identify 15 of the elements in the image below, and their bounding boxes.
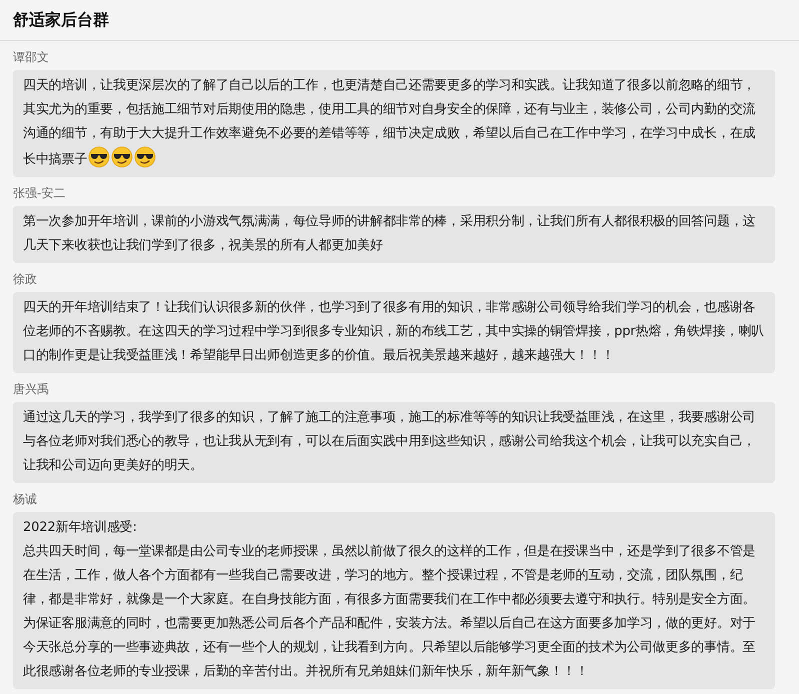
sender-name: 张强-安二 xyxy=(13,185,66,202)
sender-name: 徐政 xyxy=(13,271,38,288)
message-text: 第一次参加开年培训，课前的小游戏气氛满满，每位导师的讲解都非常的棒，采用积分制，让我们所有人都很积极的回答问题，这几天下来收获也让我们学到了很多，祝美景的所有人都更加美好 xyxy=(23,213,756,255)
message-text: 四天的培训，让我更深层次的了解了自己以后的工作，也更清楚自己还需要更多的学习和实践。让我知道了很多以前忽略的细节，其实尤为的重要，包括施工细节对后期使用的隐患，使用工具的细节对自身安全的保障，还有与业主，装修公司，公司内勤的交流沟通的细节，有助于大大提升工作效率避免不必要的差错等等，细节决定成败，希望以后自己在工作中学习，在学习中成长，在成长中搞票子 xyxy=(23,77,756,170)
group-title: 舒适家后台群 xyxy=(13,10,109,30)
message-text: 2022新年培训感受: xyxy=(23,519,138,537)
sender-name: 谭邵文 xyxy=(13,49,50,66)
sunglasses-emoji-icon xyxy=(134,146,156,168)
sender-name: 杨诚 xyxy=(13,491,38,508)
sunglasses-emoji-icon xyxy=(88,146,110,168)
sunglasses-emoji-icon xyxy=(111,146,134,168)
message-text: 四天的开年培训结束了！让我们认识很多新的伙伴，也学习到了很多有用的知识，非常感谢公司领导给我们学习的机会，也感谢各位老师的不吝赐教。在这四天的学习过程中学习到很多专业知识，新的布线工艺，其中实操的铜管焊接，ppr热熔，角铁焊接，喇叭口的制作更是让我受益匪浅！希望能早日出师创造更多的价值。最后祝美景越来越好，越来越强大！！！ xyxy=(23,299,765,365)
sender-name: 唐兴禹 xyxy=(13,381,50,398)
message-text: 总共四天时间，每一堂课都是由公司专业的老师授课，虽然以前做了很久的这样的工作，但是在授课当中，还是学到了很多不管是在生活，工作，做人各个方面都有一些我自己需要改进，学习的地方。整个授课过程，不管是老师的互动，交流，团队氛围，纪律，都是非常好，就像是一个大家庭。在自身技能方面，有很多方面需要我们在工作中都必须要去遵守和执行。特别是安全方面。为保证客服满意的同时，也需要更加熟悉公司后各个产品和配件，安装方法。希望以后自己在这方面要多加学习，做的更好。对于今天张总分享的一些事迹典故，还有一些个人的规划，让我看到方向。只希望以后能够学习更全面的技术为公司做更多的事情。至此很感谢各位老师的专业授课，后勤的辛苦付出。并祝所有兄弟姐妹们新年快乐，新年新气象！！！ xyxy=(23,543,756,681)
message-text: 通过这几天的学习，我学到了很多的知识，了解了施工的注意事项，施工的标准等等的知识让我受益匪浅，在这里，我要感谢公司与各位老师对我们悉心的教导，也让我从无到有，可以在后面实践中用到这些知识，感谢公司给我这个机会，让我可以充实自己，让我和公司迈向更美好的明天。 xyxy=(23,409,756,475)
